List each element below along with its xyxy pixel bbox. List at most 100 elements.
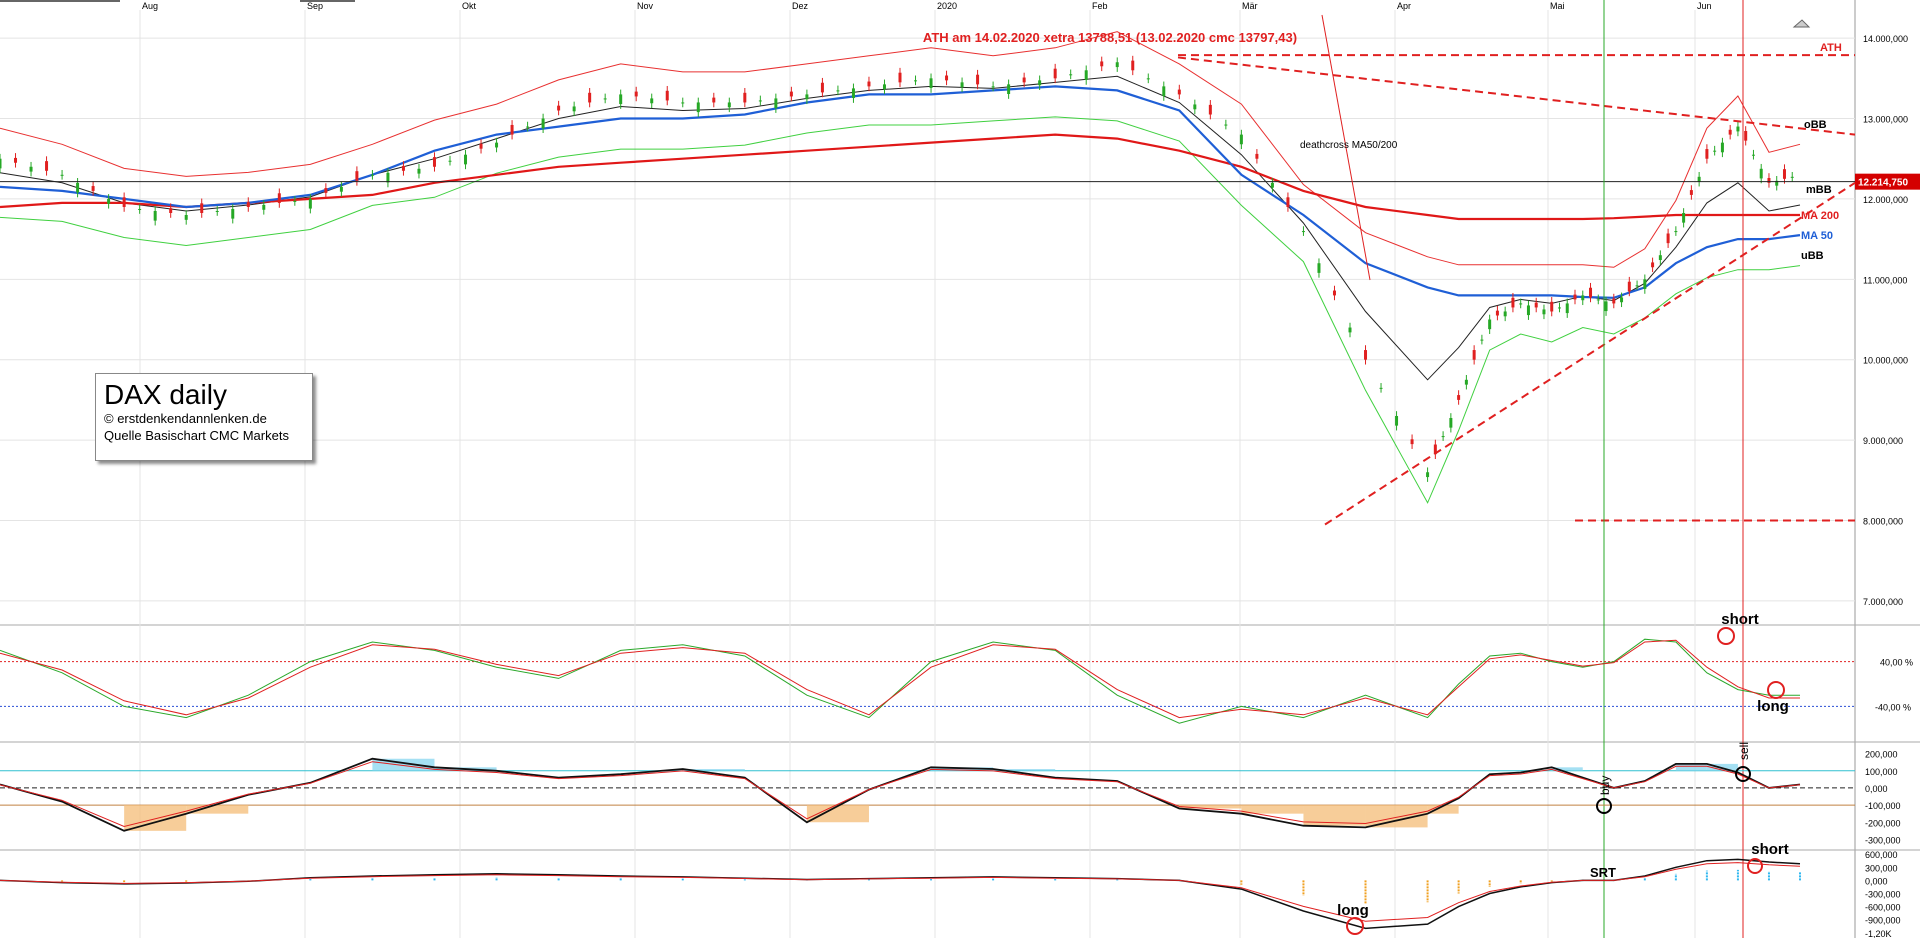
candle-body [1100,61,1104,67]
candle-body [1480,339,1484,341]
candle-body [1472,350,1476,360]
price-tick-label-1: 13.000,000 [1863,115,1908,125]
candle-body [1581,295,1585,301]
candle-body [572,106,576,112]
month-label-8: Apr [1397,1,1411,11]
candle-body [1534,302,1538,308]
candle-body [1542,309,1546,315]
candle-body [1635,285,1639,287]
ubb-label: uBB [1801,250,1824,262]
candle-body [231,208,235,219]
month-label-2: Okt [462,1,477,11]
annotation-srt: SRT [1590,865,1616,880]
ma200-label: MA 200 [1801,210,1839,222]
macd-negative-fill [806,805,869,823]
candle-body [774,98,778,109]
candle-body [1573,294,1577,300]
candle-body [417,168,421,174]
candle-body [1464,379,1468,385]
copyright-line: © erstdenkendannlenken.de [104,411,267,426]
price-tick-label-5: 9.000,000 [1863,436,1903,446]
stoch-tick-0: 40,00 % [1880,658,1913,668]
candle-body [138,208,142,210]
candle-body [914,80,918,82]
candle-body [1728,129,1732,135]
mbb-label: mBB [1806,184,1832,196]
candle-body [898,72,902,83]
candle-body [789,91,793,97]
candle-body [1457,395,1461,400]
candle-body [1449,417,1453,428]
candle-body [169,208,173,213]
candle-body [1658,255,1662,261]
candle-body [991,86,995,88]
chart-headline: ATH am 14.02.2020 xetra 13788,51 (13.02.… [923,30,1297,45]
macd-tick-0: 200,000 [1865,750,1898,760]
candle-body [1038,80,1042,86]
candle-body [432,157,436,167]
month-label-4: Dez [792,1,809,11]
candle-body [1589,287,1593,298]
srt-tick-6: -1,20K [1865,929,1892,938]
candle-body [743,92,747,103]
candle-body [510,124,514,135]
month-label-1: Sep [307,1,323,11]
candle-body [1379,387,1383,389]
annotation-sell: sell [1737,742,1751,760]
candle-body [805,94,809,100]
candle-body [262,204,266,210]
candle-body [1604,301,1608,312]
candle-body [76,182,80,193]
candle-body [45,161,49,171]
month-label-10: Jun [1697,1,1712,11]
srt-tick-2: 0,000 [1865,876,1888,886]
candle-body [184,215,188,220]
candle-body [1674,231,1678,233]
candle-body [370,174,374,176]
candle-body [1689,190,1693,195]
candle-body [1146,78,1150,80]
candle-body [153,210,157,221]
scroll-tab [300,0,355,2]
price-tick-label-2: 12.000,000 [1863,195,1908,205]
macd-tick-3: -100,000 [1865,801,1901,811]
candle-body [1053,68,1057,79]
candle-body [324,188,328,193]
macd-tick-4: -200,000 [1865,818,1901,828]
candle-body [1131,60,1135,71]
price-tick-label-7: 7.000,000 [1863,597,1903,607]
candle-body [1643,279,1647,289]
candle-body [355,171,359,181]
candle-body [1627,281,1631,292]
ath-label: ATH [1820,42,1842,54]
candle-body [1364,350,1368,360]
candle-body [650,98,654,104]
srt-tick-0: 600,000 [1865,850,1898,860]
candle-body [681,102,685,104]
candle-body [1162,86,1166,97]
macd-tick-5: -300,000 [1865,835,1901,845]
candle-body [1682,212,1686,223]
srt-tick-4: -600,000 [1865,903,1901,913]
chart-title-dax-daily: DAX daily [104,379,227,410]
month-label-0: Aug [142,1,158,11]
candle-body [1550,301,1554,312]
candle-body [820,82,824,93]
candle-body [1751,154,1755,156]
macd-negative-fill [124,805,187,831]
month-label-9: Mai [1550,1,1565,11]
candle-body [1720,142,1724,153]
candle-body [1410,439,1414,445]
candle-body [1511,297,1515,308]
candle-body [1239,134,1243,145]
candle-body [1441,436,1445,438]
macd-positive-fill [1675,763,1707,771]
candle-body [929,78,933,88]
dax-chart: Aug Sep Okt Nov Dez 2020 Feb Mär Apr Mai Jun 14.000… [0,0,1920,938]
price-tick-label-6: 8.000,000 [1863,516,1903,526]
candle-body [14,157,18,163]
candle-body [122,197,126,207]
srt-tick-3: -300,000 [1865,890,1901,900]
candle-body [495,142,499,148]
candle-body [960,82,964,88]
